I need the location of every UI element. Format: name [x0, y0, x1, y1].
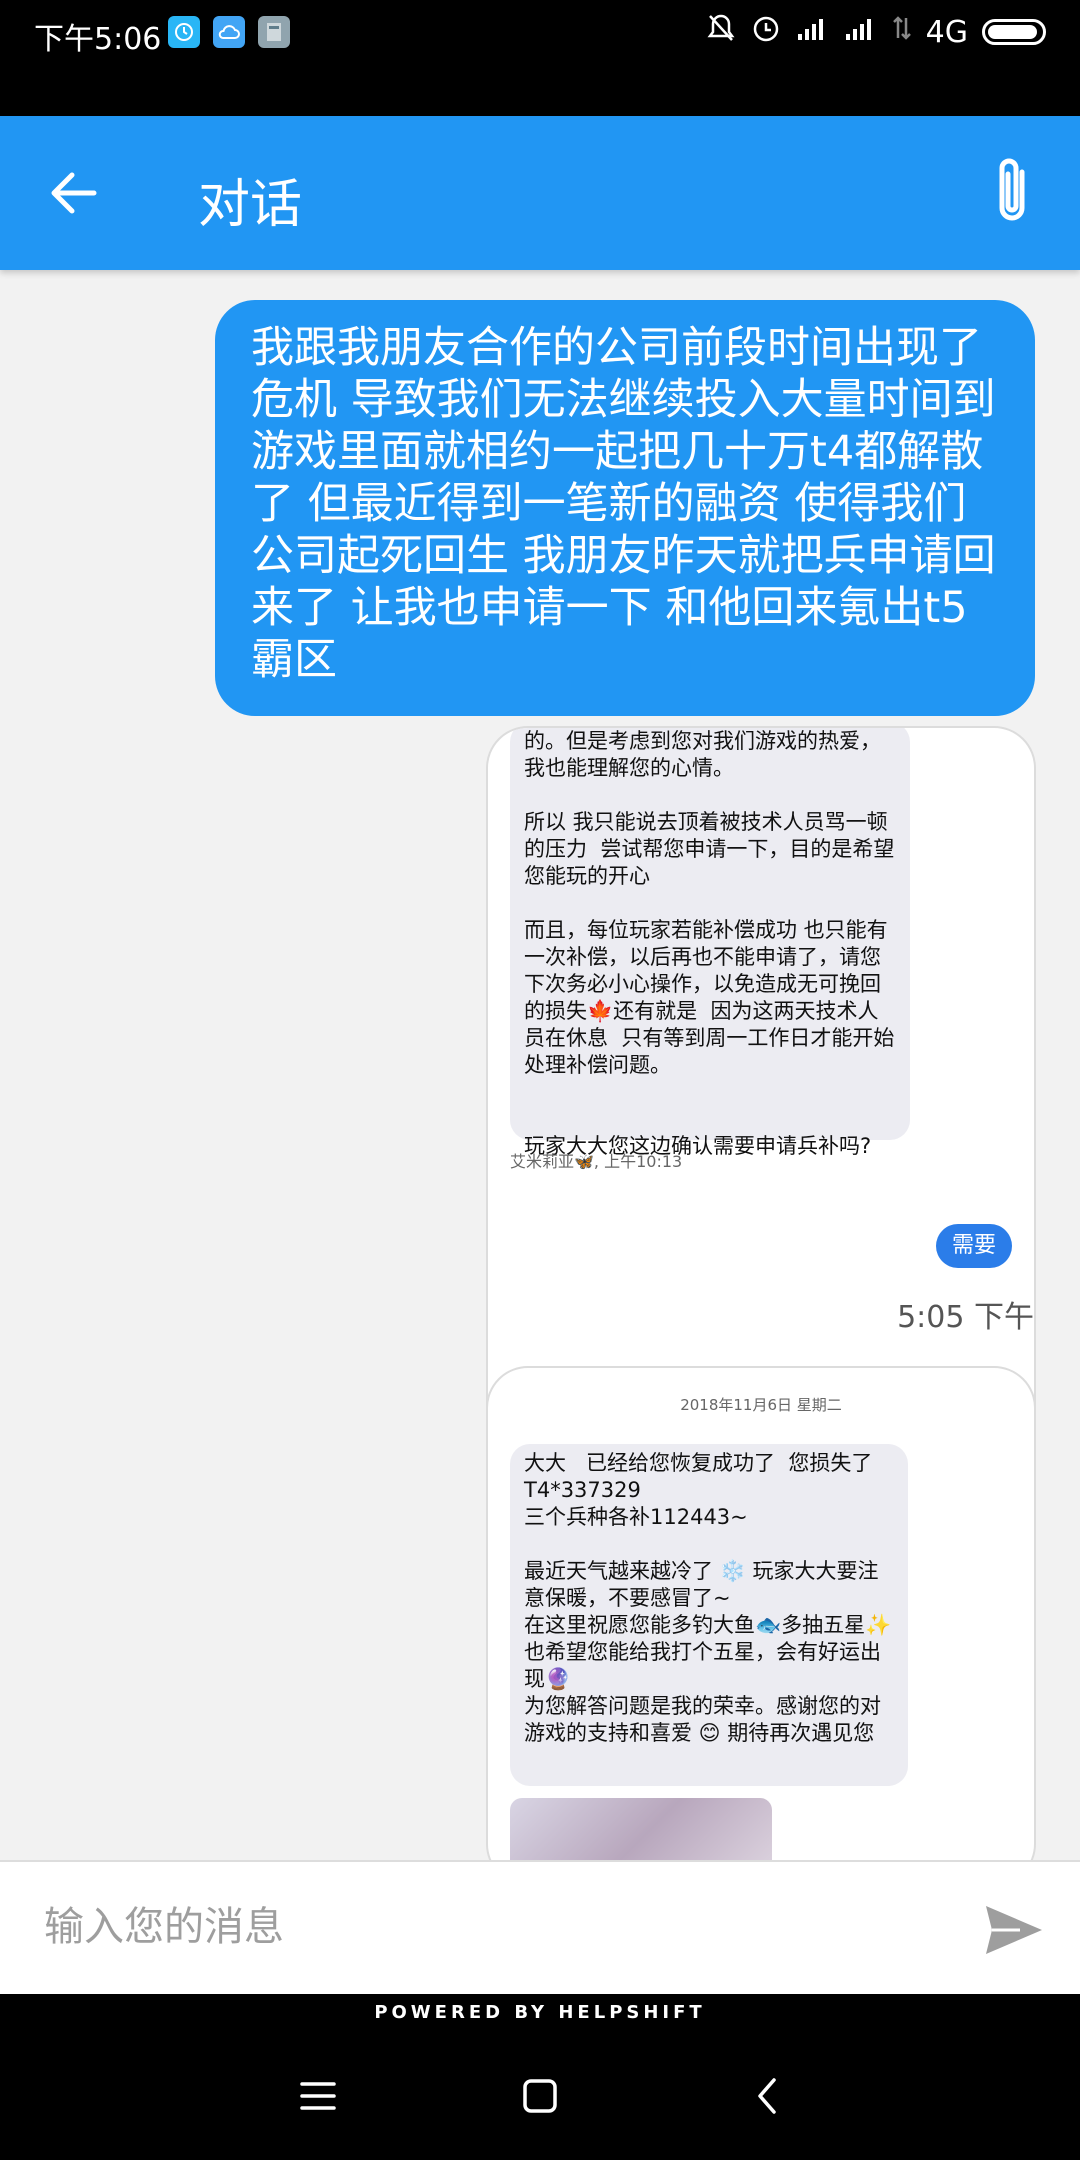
battery-icon — [982, 19, 1046, 45]
menu-icon[interactable] — [286, 2064, 350, 2128]
message-input-bar — [0, 1860, 1080, 1994]
page-title: 对话 — [198, 175, 303, 235]
network-type: 4G — [925, 14, 968, 50]
home-icon[interactable] — [508, 2064, 572, 2128]
cloud-icon — [213, 16, 245, 48]
notes-icon — [258, 16, 290, 48]
screenshot-sender: 艾米莉亚🦋, 上午10:13 — [510, 1152, 683, 1171]
screenshot-message-text: 的。但是考虑到您对我们游戏的热爱，我也能理解您的心情。 所以 我只能说去顶着被技… — [510, 728, 910, 1158]
system-nav-bar — [0, 2032, 1080, 2160]
screenshot-message-text: 大大 已经给您恢复成功了 您损失了T4*337329 三个兵种各补112443~… — [510, 1444, 908, 1786]
send-icon[interactable] — [982, 1902, 1046, 1958]
signal-icon — [796, 15, 830, 50]
message-input[interactable] — [44, 1892, 904, 1962]
alarm-icon — [750, 12, 782, 52]
status-time: 下午5:06 — [34, 22, 162, 57]
mute-icon — [706, 12, 736, 52]
clock-app-icon — [168, 16, 200, 48]
message-timestamp: 5:05 下午 — [897, 1300, 1034, 1335]
back-arrow-icon[interactable] — [44, 158, 114, 228]
attachment-icon[interactable] — [982, 154, 1046, 232]
conversation-list[interactable]: 我跟我朋友合作的公司前段时间出现了危机 导致我们无法继续投入大量时间到游戏里面就… — [0, 270, 1080, 1860]
data-icon — [892, 14, 912, 50]
status-indicators: 4G — [706, 12, 1046, 52]
app-bar: 对话 — [0, 116, 1080, 270]
sent-message: 我跟我朋友合作的公司前段时间出现了危机 导致我们无法继续投入大量时间到游戏里面就… — [215, 300, 1035, 716]
powered-by-label: POWERED BY HELPSHIFT — [0, 1994, 1080, 2032]
signal-icon — [844, 15, 878, 50]
notification-icons — [168, 16, 290, 48]
screenshot-date: 2018年11月6日 星期二 — [680, 1396, 842, 1414]
status-bar: 下午5:06 4G — [0, 0, 1080, 116]
back-icon[interactable] — [736, 2064, 800, 2128]
screenshot-image-thumbnail — [510, 1798, 772, 1860]
screenshot-reply-bubble: 需要 — [936, 1224, 1013, 1268]
screenshot-attachment[interactable]: 2018年11月6日 星期二 大大 已经给您恢复成功了 您损失了T4*33732… — [486, 1366, 1036, 1860]
